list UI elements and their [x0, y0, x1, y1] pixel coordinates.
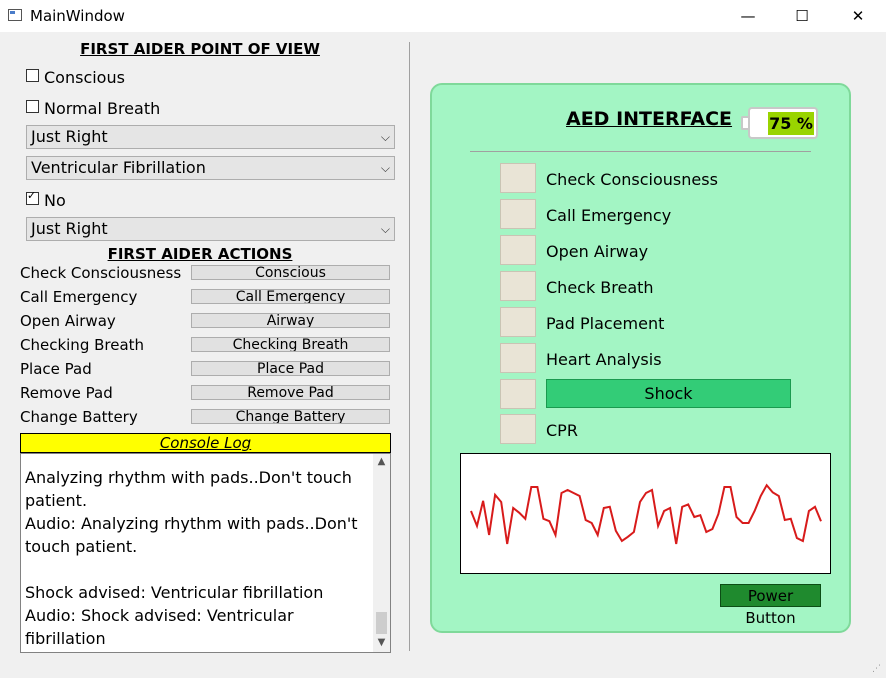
rhythm-combo[interactable]: Ventricular Fibrillation ⌵: [26, 156, 395, 180]
action-label-call-emergency: Call Emergency: [20, 288, 138, 306]
change-battery-button[interactable]: Change Battery: [191, 409, 390, 424]
no-label: No: [44, 191, 66, 210]
scroll-up-icon[interactable]: ▲: [373, 456, 390, 470]
chevron-down-icon: ⌵: [380, 130, 390, 144]
battery-percent: 75 %: [769, 114, 813, 133]
action-label-place-pad: Place Pad: [20, 360, 92, 378]
console-log-text: Analyzing rhythm with pads..Don't touch …: [25, 468, 358, 648]
step-cpr: CPR: [546, 421, 578, 440]
normal-breath-checkbox-box[interactable]: [26, 100, 39, 113]
responsiveness-combo[interactable]: Just Right ⌵: [26, 125, 395, 149]
conscious-button[interactable]: Conscious: [191, 265, 390, 280]
resize-grip[interactable]: ⋰: [872, 664, 881, 674]
airway-button[interactable]: Airway: [191, 313, 390, 328]
power-button[interactable]: Power Button: [720, 584, 821, 627]
step-pad-placement: Pad Placement: [546, 314, 665, 333]
conscious-checkbox-box[interactable]: [26, 69, 39, 82]
normal-breath-checkbox[interactable]: Normal Breath: [26, 99, 160, 118]
cpr-icon: [500, 414, 536, 444]
rhythm-combo-value: Ventricular Fibrillation: [31, 158, 206, 177]
no-checkbox[interactable]: No: [26, 189, 66, 210]
shock-button[interactable]: Shock: [546, 379, 791, 408]
step-check-breath: Check Breath: [546, 278, 654, 297]
aed-separator: [470, 151, 811, 152]
check-breath-icon: [500, 271, 536, 301]
window-title: MainWindow: [30, 7, 125, 25]
console-scrollbar[interactable]: ▲ ▼: [373, 454, 390, 652]
chevron-down-icon: ⌵: [380, 161, 390, 175]
pov-heading: FIRST AIDER POINT OF VIEW: [80, 40, 320, 58]
ecg-display: [460, 453, 831, 574]
place-pad-button[interactable]: Place Pad: [191, 361, 390, 376]
normal-breath-label: Normal Breath: [44, 99, 161, 118]
pad-placement-icon: [500, 307, 536, 337]
scroll-thumb[interactable]: [376, 612, 387, 634]
action-label-remove-pad: Remove Pad: [20, 384, 113, 402]
step-call-emergency: Call Emergency: [546, 206, 672, 225]
remove-pad-button[interactable]: Remove Pad: [191, 385, 390, 400]
chevron-down-icon: ⌵: [380, 222, 390, 236]
app-window-icon: [8, 9, 22, 21]
panel-divider: [409, 42, 410, 651]
step-heart-analysis: Heart Analysis: [546, 350, 662, 369]
console-log-textarea[interactable]: Analyzing rhythm with pads..Don't touch …: [20, 453, 391, 653]
checking-breath-button[interactable]: Checking Breath: [191, 337, 390, 352]
action-label-check-consciousness: Check Consciousness: [20, 264, 182, 282]
shock-icon: [500, 379, 536, 409]
responsiveness-combo-value: Just Right: [31, 127, 108, 146]
call-emergency-icon: [500, 199, 536, 229]
scroll-down-icon[interactable]: ▼: [373, 637, 390, 651]
third-combo[interactable]: Just Right ⌵: [26, 217, 395, 241]
conscious-checkbox[interactable]: Conscious: [26, 68, 125, 87]
ecg-trace: [470, 483, 822, 545]
action-label-change-battery: Change Battery: [20, 408, 138, 426]
check-consciousness-icon: [500, 163, 536, 193]
third-combo-value: Just Right: [31, 219, 108, 238]
action-label-checking-breath: Checking Breath: [20, 336, 145, 354]
step-open-airway: Open Airway: [546, 242, 649, 261]
aed-title: AED INTERFACE: [566, 108, 733, 130]
conscious-label: Conscious: [44, 68, 125, 87]
action-label-open-airway: Open Airway: [20, 312, 116, 330]
minimize-button[interactable]: —: [725, 0, 771, 32]
open-airway-icon: [500, 235, 536, 265]
actions-heading: FIRST AIDER ACTIONS: [107, 245, 293, 263]
step-check-consciousness: Check Consciousness: [546, 170, 718, 189]
call-emergency-button[interactable]: Call Emergency: [191, 289, 390, 304]
heart-analysis-icon: [500, 343, 536, 373]
no-checkbox-box[interactable]: [26, 189, 39, 205]
close-button[interactable]: ✕: [835, 0, 881, 32]
maximize-button[interactable]: ☐: [779, 0, 825, 32]
console-log-title: Console Log: [20, 433, 391, 453]
ecg-waveform: [470, 483, 822, 545]
